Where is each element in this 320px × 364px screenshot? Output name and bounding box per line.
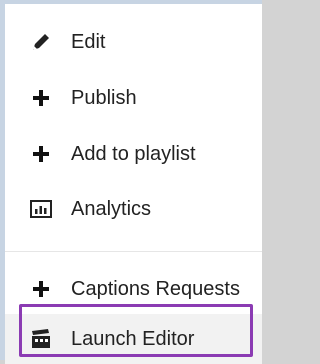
menu-item-publish[interactable]: Publish [5,74,262,122]
menu-item-edit[interactable]: Edit [5,18,262,66]
menu-item-label: Analytics [71,197,152,220]
plus-icon [28,141,54,167]
plus-icon [28,276,54,302]
pencil-icon [28,29,54,55]
analytics-icon [28,196,54,222]
context-menu: Edit Publish Add to playlist Analytics C… [0,0,262,364]
menu-item-label: Publish [71,86,137,109]
menu-item-launch-editor[interactable]: Launch Editor [5,314,262,364]
clapperboard-icon [28,326,54,352]
menu-item-label: Edit [71,30,106,53]
menu-item-add-to-playlist[interactable]: Add to playlist [5,130,262,178]
menu-item-label: Launch Editor [71,327,195,350]
plus-icon [28,85,54,111]
menu-item-captions-requests[interactable]: Captions Requests [5,265,262,313]
menu-item-analytics[interactable]: Analytics [5,185,262,233]
menu-item-label: Add to playlist [71,142,196,165]
menu-divider [5,251,262,252]
menu-item-label: Captions Requests [71,277,240,300]
